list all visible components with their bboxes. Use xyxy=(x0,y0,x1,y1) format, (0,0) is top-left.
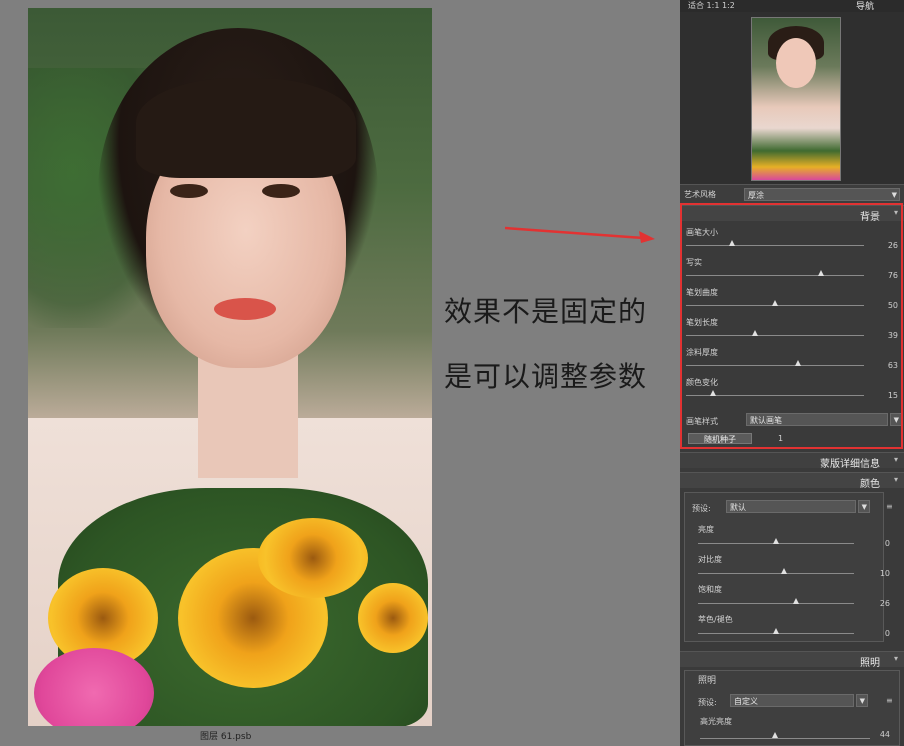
lighting-section-title: 照明 xyxy=(860,658,880,669)
zoom-tabs[interactable]: 适合 1:1 1:2 xyxy=(688,0,735,11)
slider-label: 亮度 xyxy=(698,525,714,534)
color-section-title: 颜色 xyxy=(860,479,880,490)
document-filename: 图层 61.psb xyxy=(200,732,252,742)
slider-thumb[interactable] xyxy=(793,598,800,604)
chevron-down-icon: ▾ xyxy=(893,455,898,464)
red-arrow-icon xyxy=(505,226,655,243)
slider-label: 萃色/褪色 xyxy=(698,615,733,624)
highlight-brightness-label: 高光亮度 xyxy=(700,717,732,726)
highlight-brightness-value[interactable]: 44 xyxy=(870,730,890,739)
slider-label: 饱和度 xyxy=(698,585,722,594)
art-style-value: 厚涂 xyxy=(748,191,764,200)
preset-menu-icon[interactable]: ≡ xyxy=(886,502,893,511)
lighting-section-header[interactable]: 照明 ▾ xyxy=(680,651,904,669)
mask-details-header[interactable]: 蒙版详细信息 ▾ xyxy=(680,452,904,470)
lighting-preset-dropdown-button[interactable]: ▼ xyxy=(856,694,868,707)
art-style-row: 艺术风格 厚涂 ▼ xyxy=(680,184,904,205)
sunflower xyxy=(258,518,368,598)
slider-value[interactable]: 0 xyxy=(870,629,890,638)
slider-track[interactable] xyxy=(698,573,854,574)
lighting-preset-select[interactable]: 自定义 xyxy=(730,694,854,707)
highlight-brightness-track[interactable] xyxy=(700,738,870,739)
navigator-area xyxy=(680,12,904,184)
slider-value[interactable]: 26 xyxy=(870,599,890,608)
color-preset-dropdown-button[interactable]: ▼ xyxy=(858,500,870,513)
right-eye xyxy=(262,184,300,198)
slider-thumb[interactable] xyxy=(773,628,779,634)
lighting-preset-value: 自定义 xyxy=(734,697,758,706)
slider-track[interactable] xyxy=(698,603,854,604)
bangs xyxy=(136,78,356,178)
annotation-text-1: 效果不是固定的 xyxy=(444,295,648,328)
art-style-label: 艺术风格 xyxy=(684,190,716,199)
lips xyxy=(214,298,276,320)
chevron-down-icon: ▾ xyxy=(893,654,898,663)
slider-thumb[interactable] xyxy=(780,568,787,574)
art-style-select[interactable]: 厚涂 ▼ xyxy=(744,188,900,201)
chevron-down-icon: ▼ xyxy=(891,191,897,199)
mask-details-title: 蒙版详细信息 xyxy=(820,459,880,470)
annotation-text-2: 是可以调整参数 xyxy=(444,360,648,393)
chevron-down-icon: ▼ xyxy=(861,503,867,511)
slider-thumb[interactable] xyxy=(773,538,779,544)
chevron-down-icon: ▾ xyxy=(893,475,898,484)
lighting-menu-icon[interactable]: ≡ xyxy=(886,696,893,705)
chevron-down-icon: ▼ xyxy=(859,697,865,705)
slider-value[interactable]: 0 xyxy=(870,539,890,548)
lighting-preset-label: 预设: xyxy=(698,698,717,707)
lighting-subtitle: 照明 xyxy=(698,676,717,686)
thumbnail-face xyxy=(776,38,816,88)
navigator-header: 适合 1:1 1:2 导航 xyxy=(680,0,904,12)
slider-value[interactable]: 10 xyxy=(870,569,890,578)
color-preset-value: 默认 xyxy=(730,503,746,512)
sunflower xyxy=(358,583,428,653)
lighting-subpanel xyxy=(684,670,900,746)
highlight-brightness-slider-thumb[interactable] xyxy=(771,732,778,738)
color-preset-select[interactable]: 默认 xyxy=(726,500,856,513)
color-section-header[interactable]: 颜色 ▾ xyxy=(680,472,904,490)
slider-label: 对比度 xyxy=(698,555,722,564)
navigator-title: 导航 xyxy=(855,2,874,12)
navigator-thumbnail[interactable] xyxy=(751,17,841,181)
color-preset-label: 预设: xyxy=(692,504,711,513)
highlight-box xyxy=(680,203,903,449)
painted-portrait-image xyxy=(28,8,432,726)
left-eye xyxy=(170,184,208,198)
